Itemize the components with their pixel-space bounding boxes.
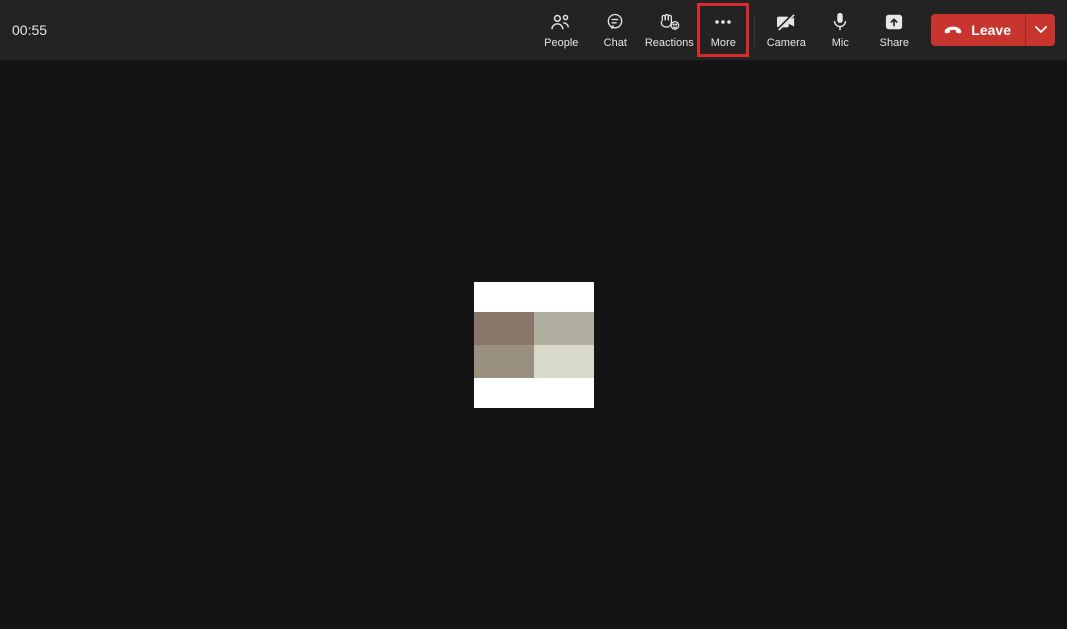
more-icon — [713, 11, 733, 33]
reactions-icon — [658, 11, 680, 33]
share-button[interactable]: Share — [867, 0, 921, 60]
leave-button-group: Leave — [931, 14, 1055, 46]
call-toolbar: People Chat — [534, 0, 921, 60]
mic-label: Mic — [832, 37, 849, 49]
mic-icon — [832, 11, 848, 33]
leave-label: Leave — [971, 22, 1011, 38]
more-button[interactable]: More — [696, 0, 750, 60]
camera-off-icon — [775, 11, 797, 33]
chat-icon — [605, 11, 625, 33]
hangup-icon — [943, 24, 963, 36]
people-label: People — [544, 37, 578, 49]
camera-button[interactable]: Camera — [759, 0, 813, 60]
call-top-bar: 00:55 People — [0, 0, 1067, 60]
meeting-stage — [0, 60, 1067, 629]
share-icon — [884, 11, 904, 33]
mic-button[interactable]: Mic — [813, 0, 867, 60]
call-timer: 00:55 — [12, 22, 47, 38]
more-label: More — [711, 37, 736, 49]
participant-avatar — [474, 282, 594, 408]
people-button[interactable]: People — [534, 0, 588, 60]
leave-button[interactable]: Leave — [931, 14, 1025, 46]
chevron-down-icon — [1035, 26, 1047, 34]
people-icon — [550, 11, 572, 33]
reactions-label: Reactions — [645, 37, 694, 49]
reactions-button[interactable]: Reactions — [642, 0, 696, 60]
camera-label: Camera — [767, 37, 806, 49]
share-label: Share — [880, 37, 909, 49]
chat-button[interactable]: Chat — [588, 0, 642, 60]
toolbar-divider — [754, 14, 755, 46]
chat-label: Chat — [604, 37, 627, 49]
leave-options-button[interactable] — [1025, 14, 1055, 46]
